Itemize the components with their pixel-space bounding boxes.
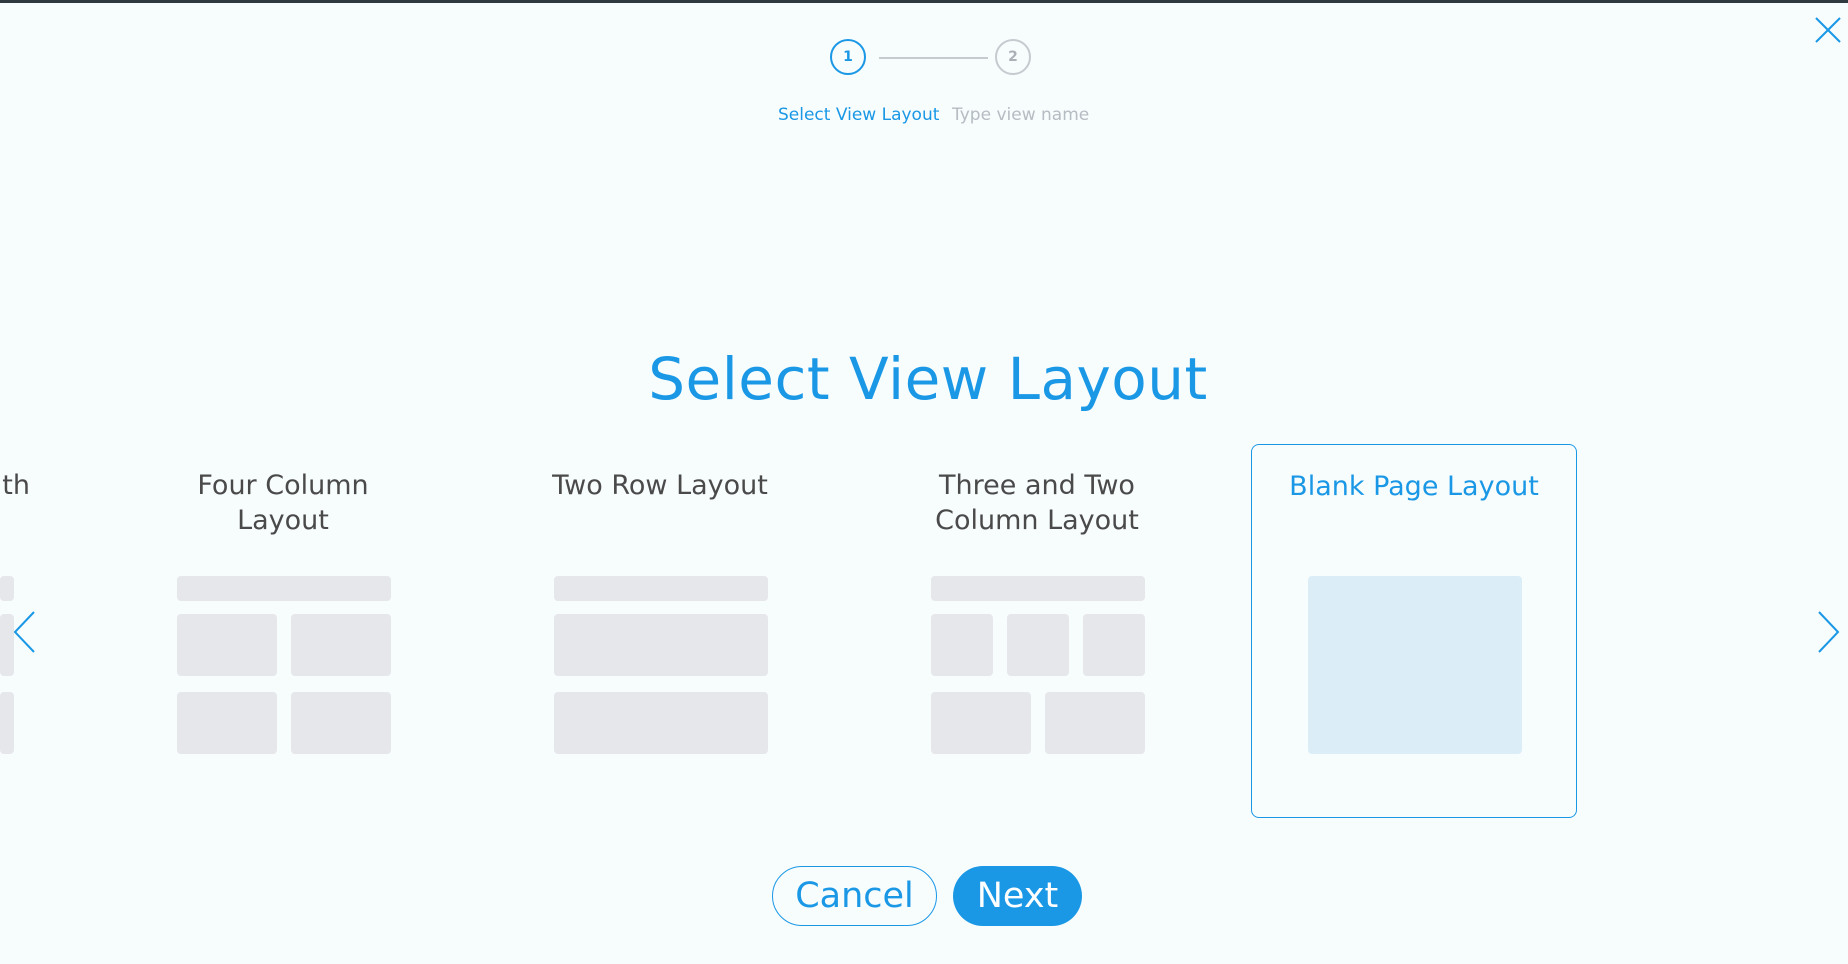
next-button[interactable]: Next — [953, 866, 1082, 926]
layout-block — [0, 692, 14, 754]
layout-block — [1308, 576, 1522, 754]
layout-block — [1045, 692, 1145, 754]
layout-block — [1083, 614, 1145, 676]
layout-card-title: ith — [0, 470, 30, 501]
layout-card-title: Three and Two Column Layout — [935, 470, 1139, 536]
layout-block — [554, 614, 768, 676]
layout-block — [931, 692, 1031, 754]
carousel-prev-button[interactable] — [12, 610, 36, 654]
chevron-left-icon — [13, 611, 35, 653]
step-1-label: Select View Layout — [778, 105, 940, 125]
cancel-button[interactable]: Cancel — [772, 866, 937, 926]
layout-block — [554, 576, 768, 601]
step-1-indicator: 1 — [830, 39, 866, 75]
layout-card-title: Blank Page Layout — [1289, 471, 1539, 502]
layout-card-title: Two Row Layout — [552, 470, 768, 501]
stepper-connector — [879, 57, 988, 59]
layout-block — [177, 576, 391, 601]
layout-block — [1007, 614, 1069, 676]
page-title: Select View Layout — [648, 345, 1208, 413]
top-border — [0, 0, 1848, 3]
layout-block — [291, 692, 391, 754]
step-2-label: Type view name — [952, 105, 1090, 125]
layout-block — [931, 576, 1145, 601]
layout-block — [554, 692, 768, 754]
chevron-right-icon — [1818, 611, 1840, 653]
layout-card-three-two-column[interactable]: Three and Two Column Layout — [874, 444, 1200, 818]
layout-block — [177, 692, 277, 754]
layout-card-title: Four Column Layout — [197, 470, 369, 536]
close-icon — [1815, 17, 1841, 43]
layout-block — [177, 614, 277, 676]
close-button[interactable] — [1810, 12, 1844, 46]
layout-block — [931, 614, 993, 676]
step-2-indicator: 2 — [995, 39, 1031, 75]
carousel-next-button[interactable] — [1817, 610, 1841, 654]
layout-card-two-row[interactable]: Two Row Layout — [497, 444, 823, 818]
layout-block — [291, 614, 391, 676]
layout-card-blank-page[interactable]: Blank Page Layout — [1251, 444, 1577, 818]
layout-block — [0, 576, 14, 601]
layout-card-four-column[interactable]: Four Column Layout — [120, 444, 446, 818]
